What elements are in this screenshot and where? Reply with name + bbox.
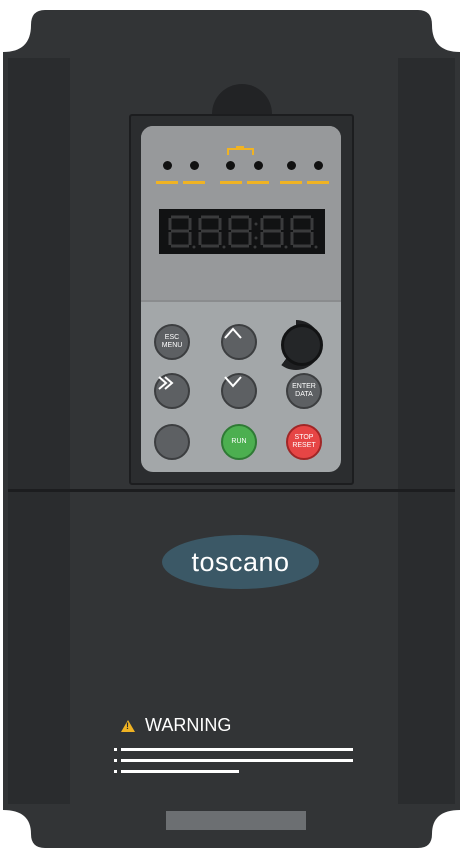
- led-bar-5: [280, 181, 302, 184]
- warning-line-3: [121, 770, 239, 773]
- warning-bullet-2: [114, 759, 117, 762]
- led-bar-6: [307, 181, 329, 184]
- keypad-divider: [141, 300, 341, 302]
- run-label: RUN: [231, 438, 247, 445]
- shift-button[interactable]: [154, 373, 190, 409]
- display-digits: [168, 215, 318, 249]
- up-button[interactable]: [221, 324, 257, 360]
- enter-data-label: ENTER DATA: [292, 383, 316, 398]
- led-bar-2: [183, 181, 205, 184]
- blank-button[interactable]: [154, 424, 190, 460]
- stop-reset-button[interactable]: STOP RESET: [286, 424, 322, 460]
- led-bar-1: [156, 181, 178, 184]
- run-button[interactable]: RUN: [221, 424, 257, 460]
- inverter-device: ESC MENU ENTER DATA RUN STOP RESET tosca…: [0, 0, 463, 857]
- seven-segment-display: [159, 209, 325, 254]
- brand-logo-text: toscano: [191, 546, 290, 577]
- warning-line-1: [121, 748, 353, 751]
- status-led-1: [163, 161, 172, 170]
- chevron-down-icon: [224, 376, 242, 388]
- warning-bullet-1: [114, 748, 117, 751]
- keypad-face: [141, 126, 341, 472]
- status-led-2: [190, 161, 199, 170]
- warning-bullet-3: [114, 770, 117, 773]
- esc-menu-button[interactable]: ESC MENU: [154, 324, 190, 360]
- potentiometer-knob[interactable]: [281, 324, 323, 366]
- status-led-6: [314, 161, 323, 170]
- enter-data-button[interactable]: ENTER DATA: [286, 373, 322, 409]
- brand-logo: toscano: [162, 535, 319, 589]
- bottom-vent: [166, 811, 306, 830]
- warning-triangle-icon: [121, 719, 135, 732]
- status-led-3: [226, 161, 235, 170]
- warning-label: WARNING: [121, 715, 231, 736]
- status-led-5: [287, 161, 296, 170]
- status-led-4: [254, 161, 263, 170]
- led-bar-4: [247, 181, 269, 184]
- esc-menu-label: ESC MENU: [161, 334, 183, 349]
- down-button[interactable]: [221, 373, 257, 409]
- stop-reset-label: STOP RESET: [292, 434, 316, 449]
- led-bar-3: [220, 181, 242, 184]
- double-chevron-right-icon: [158, 376, 174, 390]
- warning-text: WARNING: [145, 715, 232, 735]
- warning-line-2: [121, 759, 353, 762]
- chevron-up-icon: [224, 327, 242, 339]
